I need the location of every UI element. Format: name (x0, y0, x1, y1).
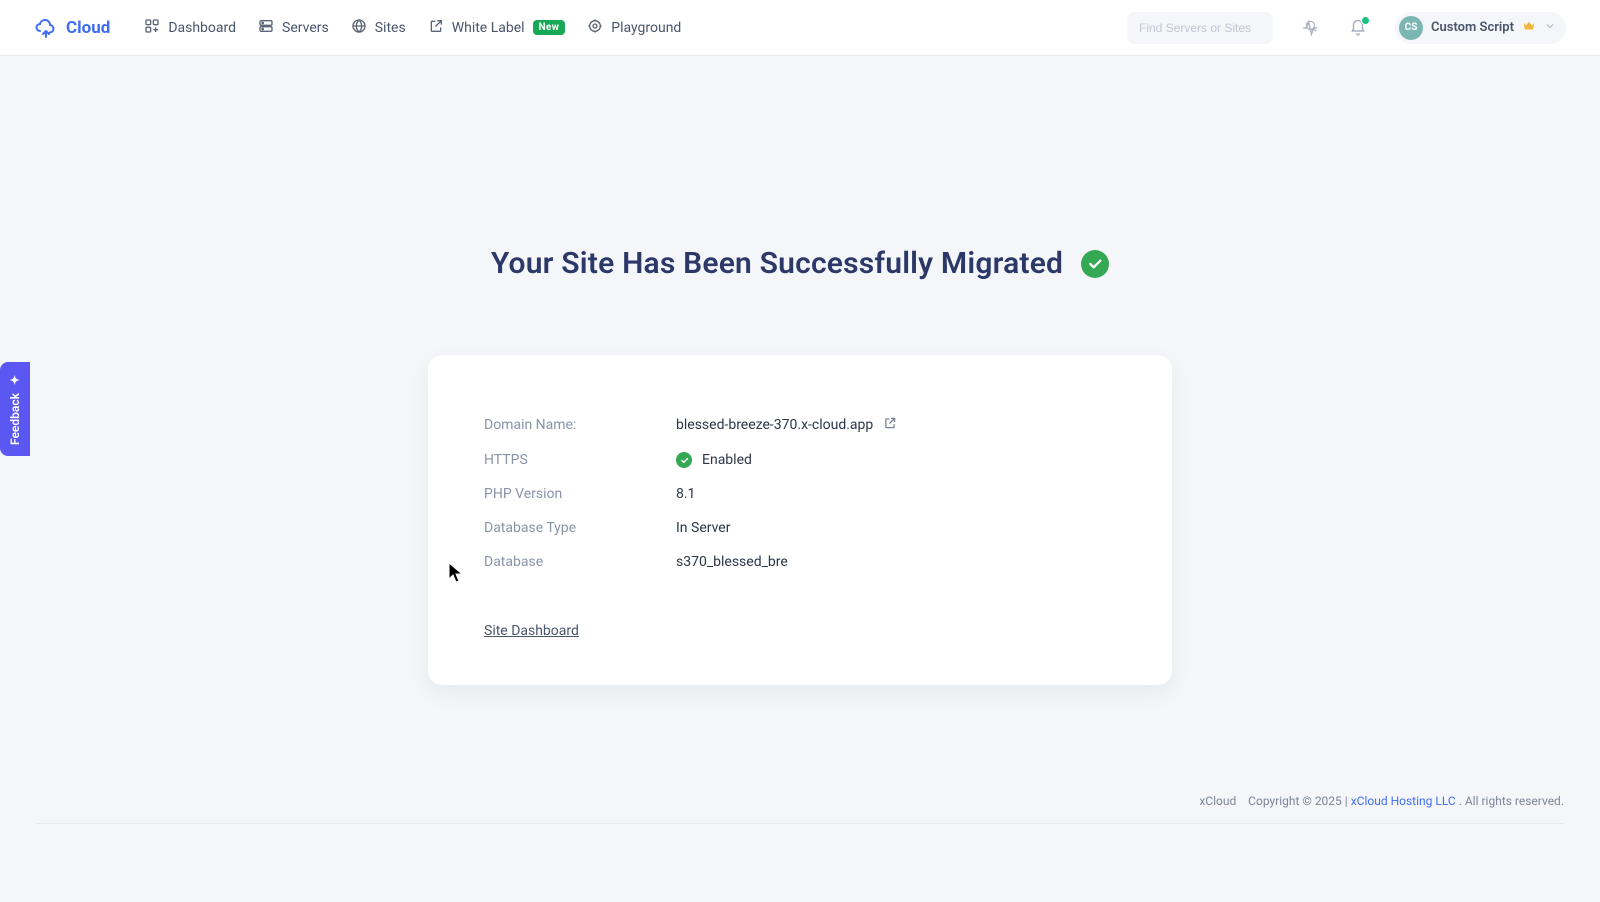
export-icon (428, 18, 444, 38)
profile-name: Custom Script (1431, 20, 1514, 35)
avatar: CS (1399, 16, 1423, 40)
profile-menu[interactable]: CS Custom Script (1395, 12, 1566, 44)
label-php: PHP Version (484, 486, 676, 502)
row-https: HTTPS Enabled (484, 443, 1116, 477)
row-dbtype: Database Type In Server (484, 511, 1116, 545)
nav-label: Servers (282, 20, 329, 36)
check-icon (676, 452, 692, 468)
activity-icon[interactable] (1299, 17, 1321, 39)
site-dashboard-link[interactable]: Site Dashboard (484, 623, 579, 639)
cloud-logo-icon (34, 16, 58, 40)
footer-brand: xCloud (1199, 794, 1236, 808)
value-domain: blessed-breeze-370.x-cloud.app (676, 416, 897, 434)
domain-link[interactable]: blessed-breeze-370.x-cloud.app (676, 417, 873, 433)
footer-divider (36, 823, 1564, 824)
nav-label: Dashboard (168, 20, 236, 36)
brand-logo[interactable]: Cloud (34, 16, 110, 40)
target-icon (587, 18, 603, 38)
nav-dashboard[interactable]: Dashboard (144, 18, 236, 38)
footer-rights: . All rights reserved. (1459, 794, 1564, 808)
label-domain: Domain Name: (484, 417, 676, 433)
row-db: Database s370_blessed_bre (484, 545, 1116, 579)
nav-servers[interactable]: Servers (258, 18, 329, 38)
page-title: Your Site Has Been Successfully Migrated (491, 246, 1063, 281)
external-link-icon[interactable] (883, 416, 897, 434)
value-https: Enabled (676, 452, 752, 468)
info-card: Domain Name: blessed-breeze-370.x-cloud.… (428, 355, 1172, 685)
value-dbtype: In Server (676, 520, 730, 536)
nav-label: Sites (375, 20, 406, 36)
label-db: Database (484, 554, 676, 570)
top-header: Cloud Dashboard Servers Sites White Labe… (0, 0, 1600, 56)
grid-plus-icon (144, 18, 160, 38)
value-db: s370_blessed_bre (676, 554, 788, 570)
globe-icon (351, 18, 367, 38)
footer-copyright: Copyright © 2025 | (1248, 794, 1351, 808)
new-badge: New (533, 20, 566, 35)
main-stage: Your Site Has Been Successfully Migrated… (0, 56, 1600, 685)
sparkle-icon: ✦ (8, 373, 22, 387)
main-nav: Dashboard Servers Sites White Label New (144, 18, 681, 38)
server-icon (258, 18, 274, 38)
nav-white-label[interactable]: White Label New (428, 18, 566, 38)
brand-name: Cloud (66, 18, 110, 38)
label-https: HTTPS (484, 452, 676, 468)
footer-link[interactable]: xCloud Hosting LLC (1351, 794, 1456, 808)
search-input[interactable] (1137, 20, 1296, 36)
row-php: PHP Version 8.1 (484, 477, 1116, 511)
feedback-tab[interactable]: Feedback ✦ (0, 362, 30, 456)
title-row: Your Site Has Been Successfully Migrated (491, 226, 1109, 301)
feedback-label: Feedback (8, 393, 22, 445)
crown-icon (1522, 19, 1536, 37)
nav-label: Playground (611, 20, 681, 36)
row-domain: Domain Name: blessed-breeze-370.x-cloud.… (484, 407, 1116, 443)
value-php: 8.1 (676, 486, 695, 502)
bell-icon[interactable] (1347, 17, 1369, 39)
nav-sites[interactable]: Sites (351, 18, 406, 38)
footer-text: xCloud Copyright © 2025 | xCloud Hosting… (1199, 794, 1564, 808)
success-check-icon (1081, 250, 1109, 278)
search-box[interactable] (1127, 12, 1273, 44)
nav-playground[interactable]: Playground (587, 18, 681, 38)
https-status: Enabled (702, 452, 752, 468)
label-dbtype: Database Type (484, 520, 676, 536)
nav-label: White Label (452, 20, 525, 36)
chevron-down-icon (1544, 20, 1556, 36)
